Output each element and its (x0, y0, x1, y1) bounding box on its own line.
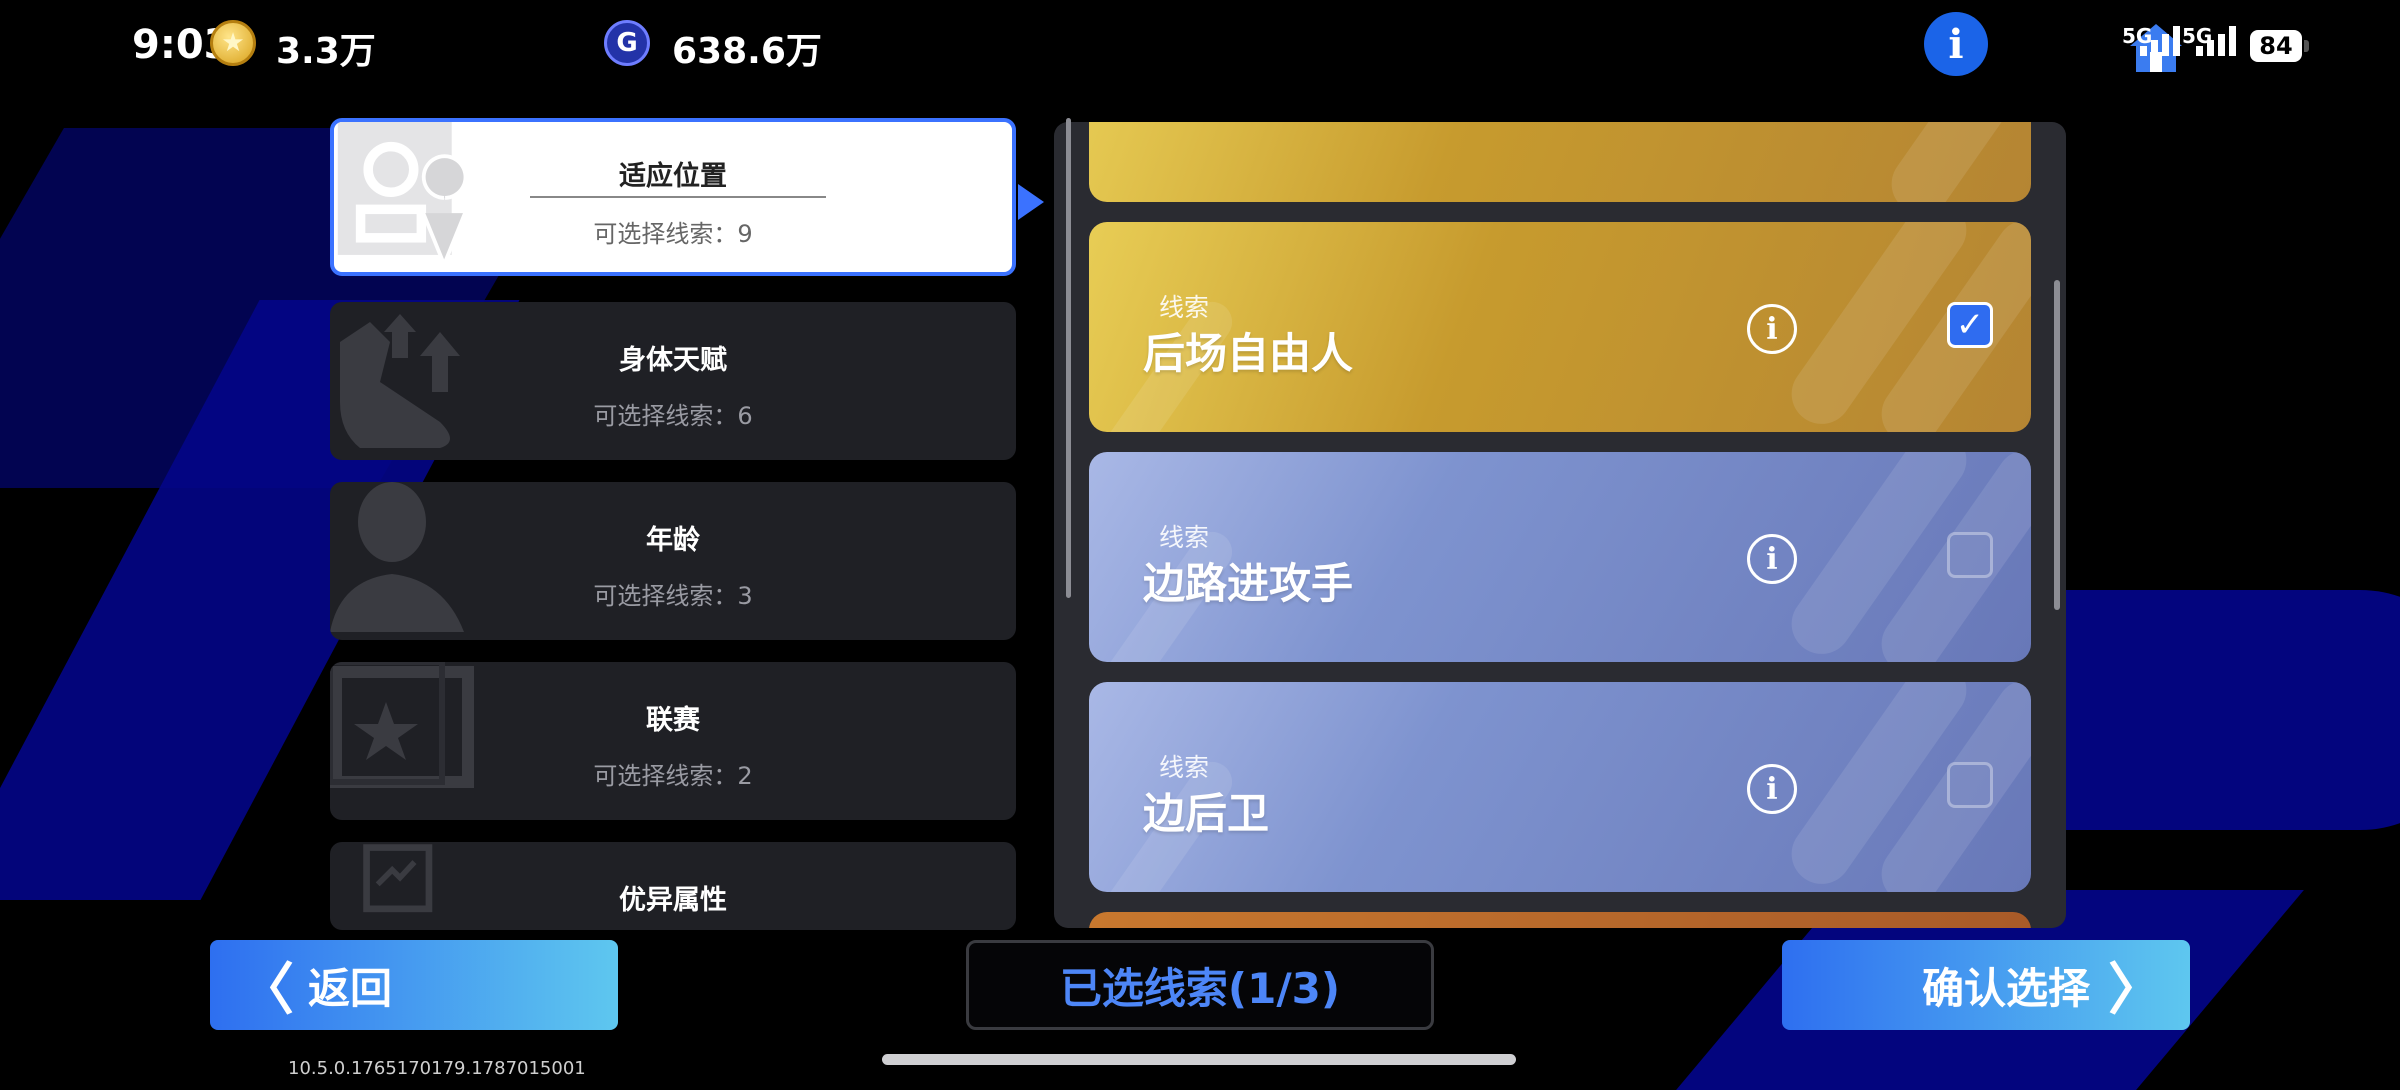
info-icon[interactable]: i (1747, 534, 1797, 584)
battery-icon: 84 (2250, 30, 2302, 62)
category-age[interactable]: 年龄 可选择线索：3 (330, 482, 1016, 640)
battery-tip (2304, 40, 2309, 52)
gold-coin-amount: 3.3万 (276, 31, 376, 72)
signal-icon (2140, 26, 2180, 56)
version-text: 10.5.0.1765170179.1787015001 (288, 1058, 586, 1079)
clue-card-partial[interactable] (1089, 122, 2031, 202)
back-button[interactable]: 〈 返回 (210, 940, 618, 1030)
person-silhouette-icon (330, 482, 464, 632)
background-stripe (2060, 590, 2400, 830)
confirm-label: 确认选择 (1921, 963, 2090, 1013)
position-map-icon (337, 122, 468, 270)
info-icon[interactable]: i (1747, 764, 1797, 814)
category-count: 可选择线索：6 (593, 402, 753, 430)
clue-name: 边路进攻手 (1143, 559, 1354, 608)
confirm-selection-button[interactable]: 确认选择 〉 (1782, 940, 2190, 1030)
category-title: 年龄 (646, 525, 700, 556)
chevron-right-icon: 〉 (2108, 957, 2164, 1023)
category-title: 适应位置 (619, 161, 727, 192)
clue-panel[interactable]: 线索 后场自由人 i ✓ 线索 边路进攻手 i 线索 边后卫 i (1054, 122, 2066, 928)
home-indicator[interactable] (882, 1054, 1516, 1065)
category-scrollbar[interactable] (1066, 118, 1071, 598)
checkbox-unchecked[interactable] (1947, 532, 1993, 578)
category-league[interactable]: 联赛 可选择线索：2 (330, 662, 1016, 820)
clue-card-wing-attacker[interactable]: 线索 边路进攻手 i (1089, 452, 2031, 662)
checkbox-checked[interactable]: ✓ (1947, 302, 1993, 348)
category-title: 身体天赋 (619, 345, 727, 376)
g-coin-amount: 638.6万 (672, 31, 822, 72)
clue-card-fullback[interactable]: 线索 边后卫 i (1089, 682, 2031, 892)
category-title: 联赛 (646, 705, 700, 736)
clue-name: 边后卫 (1143, 789, 1270, 838)
selected-clues-button[interactable]: 已选线索(1/3) (966, 940, 1434, 1030)
clue-card-partial[interactable] (1089, 912, 2031, 928)
selected-pointer-icon (1018, 184, 1044, 220)
category-physical-talent[interactable]: 身体天赋 可选择线索：6 (330, 302, 1016, 460)
chevron-left-icon: 〈 (238, 957, 294, 1023)
info-icon[interactable]: i (1924, 12, 1988, 76)
league-star-icon (330, 662, 474, 788)
clue-label: 线索 (1159, 293, 1210, 322)
category-excellent-attributes[interactable]: 优异属性 (330, 842, 1016, 930)
category-count: 可选择线索：9 (593, 220, 753, 248)
g-coin-icon: G (604, 20, 650, 66)
category-title: 优异属性 (619, 885, 727, 916)
clue-scrollbar[interactable] (2054, 280, 2060, 610)
checkbox-unchecked[interactable] (1947, 762, 1993, 808)
back-label: 返回 (308, 963, 393, 1013)
category-adaptive-position[interactable]: 适应位置 可选择线索：9 (330, 118, 1016, 276)
clue-name: 后场自由人 (1143, 329, 1354, 378)
category-count: 可选择线索：3 (593, 582, 753, 610)
clue-card-sweeper[interactable]: 线索 后场自由人 i ✓ (1089, 222, 2031, 432)
clue-label: 线索 (1159, 523, 1210, 552)
boot-icon (340, 314, 460, 448)
signal-icon (2196, 26, 2236, 56)
gold-coin-icon: ★ (210, 20, 256, 66)
category-divider (530, 196, 826, 198)
clue-label: 线索 (1159, 753, 1210, 782)
info-icon[interactable]: i (1747, 304, 1797, 354)
category-count: 可选择线索：2 (593, 762, 753, 790)
